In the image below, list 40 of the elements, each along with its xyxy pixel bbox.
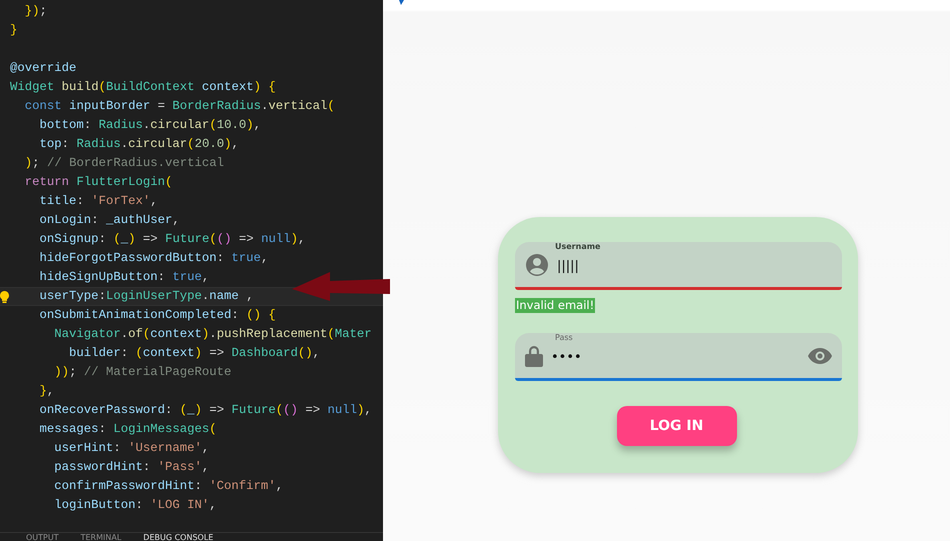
code-line: hideForgotPasswordButton: true, xyxy=(38,250,268,267)
lightbulb-icon[interactable] xyxy=(0,291,9,303)
field-value: ||||| xyxy=(557,258,580,274)
panel-tab[interactable]: DEBUG CONSOLE xyxy=(143,533,214,541)
code-line: hideSignUpButton: true, xyxy=(38,269,210,286)
code-line: onRecoverPassword: (_) => Future(() => null), xyxy=(38,402,372,419)
code-line: } xyxy=(10,22,18,39)
code-line: bottom: Radius.circular(10.0), xyxy=(38,117,262,134)
text-field[interactable]: Username ||||| xyxy=(515,242,842,290)
code-line: userType:LoginUserType.name , xyxy=(38,288,254,305)
code-line: title: 'ForTex', xyxy=(38,193,158,210)
code-line: messages: LoginMessages( xyxy=(38,421,217,438)
field-label: Pass xyxy=(555,333,573,342)
text-field[interactable]: Pass •••• xyxy=(515,333,842,381)
code-line: }, xyxy=(38,383,54,400)
code-line: userHint: 'Username', xyxy=(53,440,210,457)
code-line: const inputBorder = BorderRadius.vertical( xyxy=(24,98,335,115)
field-label: Username xyxy=(555,242,600,251)
eye-icon[interactable] xyxy=(808,348,832,364)
code-line: @override xyxy=(10,60,76,77)
field-value: •••• xyxy=(551,350,583,364)
code-line: ); // BorderRadius.vertical xyxy=(24,155,224,172)
panel-tab[interactable]: TERMINAL xyxy=(80,533,122,541)
code-line: onLogin: _authUser, xyxy=(38,212,180,229)
code-line: }); xyxy=(24,3,47,20)
code-line: return FlutterLogin( xyxy=(24,174,172,191)
code-line: Navigator.of(context).pushReplacement(Mater xyxy=(53,326,372,343)
user-icon xyxy=(525,252,549,276)
code-line: Widget build(BuildContext context) { xyxy=(10,79,276,96)
code-line: builder: (context) => Dashboard(), xyxy=(68,345,320,362)
panel-tab[interactable]: OUTPUT xyxy=(26,533,59,541)
code-line: onSignup: (_) => Future(() => null), xyxy=(38,231,306,248)
code-line: )); // MaterialPageRoute xyxy=(53,364,232,381)
code-line: confirmPasswordHint: 'Confirm', xyxy=(53,478,284,495)
code-line: top: Radius.circular(20.0), xyxy=(38,136,239,153)
lock-icon xyxy=(525,344,543,366)
code-line: loginButton: 'LOG IN', xyxy=(53,497,217,514)
error-message: Invalid email! xyxy=(515,298,596,313)
code-line: onSubmitAnimationCompleted: () { xyxy=(38,307,276,324)
code-line: passwordHint: 'Pass', xyxy=(53,459,210,476)
